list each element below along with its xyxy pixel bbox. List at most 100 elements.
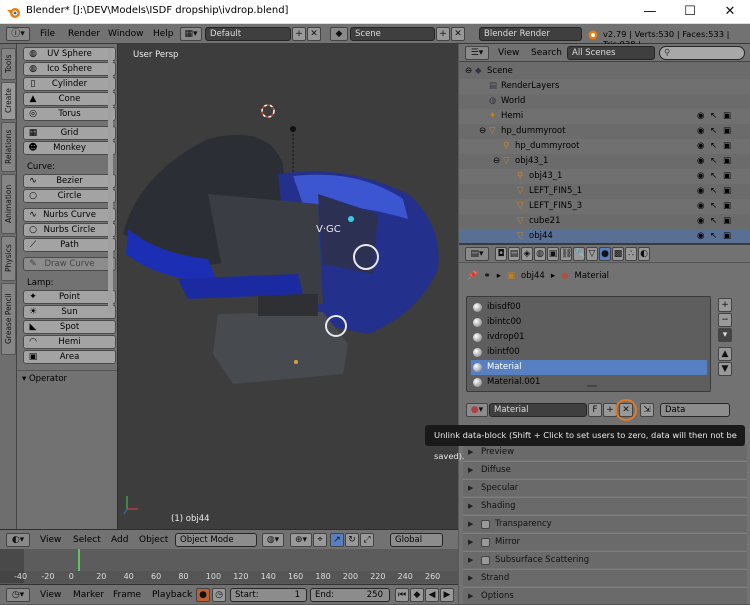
camera-icon[interactable]: ▣	[723, 199, 731, 214]
camera-icon[interactable]: ▣	[723, 139, 731, 154]
camera-icon[interactable]: ▣	[723, 109, 731, 124]
outliner-row[interactable]: ▤ RenderLayers	[459, 79, 750, 94]
spot-lamp-button[interactable]: ◣ Spot	[23, 320, 116, 334]
cursor-icon[interactable]: ↖	[710, 154, 717, 169]
outliner-row[interactable]: ▽ LEFT_FIN5_1 ◉ ↖ ▣	[459, 184, 750, 199]
scene-field[interactable]: Scene	[350, 27, 435, 41]
tab-grease-pencil[interactable]: Grease Pencil	[1, 283, 16, 355]
maximize-button[interactable]: ☐	[670, 0, 710, 24]
minimize-button[interactable]: —	[630, 0, 670, 24]
timeline-menu-view[interactable]: View	[40, 590, 61, 600]
outliner-row[interactable]: ⚲ hp_dummyroot ◉ ↖ ▣	[459, 139, 750, 154]
camera-icon[interactable]: ▣	[723, 184, 731, 199]
circle-button[interactable]: ○ Circle	[23, 189, 116, 203]
eye-icon[interactable]: ◉	[697, 214, 704, 229]
menu-add[interactable]: Add	[111, 535, 128, 545]
properties-editor-type-icon[interactable]: ▤▾	[465, 247, 489, 261]
panel-header-options[interactable]: ▶ Options	[463, 587, 747, 604]
cursor-icon[interactable]: ↖	[710, 124, 717, 139]
eye-icon[interactable]: ◉	[697, 154, 704, 169]
menu-object[interactable]: Object	[139, 535, 168, 545]
eye-icon[interactable]: ◉	[697, 139, 704, 154]
monkey-button[interactable]: ☻ Monkey	[23, 141, 116, 155]
tab-relations[interactable]: Relations	[1, 122, 16, 172]
menu-window[interactable]: Window	[108, 29, 144, 39]
data-tab-icon[interactable]: ▽	[586, 247, 598, 261]
nurbs-curve-button[interactable]: ∿ Nurbs Curve	[23, 208, 116, 222]
panel-enable-checkbox[interactable]	[481, 556, 490, 565]
expand-toggle-icon[interactable]: ⊖	[465, 64, 472, 79]
outliner-row[interactable]: ⚲ obj43_1 ◉ ↖ ▣	[459, 169, 750, 184]
eye-icon[interactable]: ◉	[697, 124, 704, 139]
jump-start-icon[interactable]: ⏮	[395, 588, 409, 602]
outliner-row[interactable]: ▽ LEFT_FIN5_3 ◉ ↖ ▣	[459, 199, 750, 214]
grid-button[interactable]: ▦ Grid	[23, 126, 116, 140]
modifiers-tab-icon[interactable]: 🔧	[573, 247, 585, 261]
tab-tools[interactable]: Tools	[1, 48, 16, 80]
operator-panel-header[interactable]: ▾ Operator	[22, 374, 67, 384]
material-link-icon[interactable]: ⇲	[640, 403, 654, 417]
menu-file[interactable]: File	[40, 29, 55, 39]
shading-mode-icon[interactable]: ◍▾	[262, 533, 284, 547]
outliner-row[interactable]: ✦ Hemi ◉ ↖ ▣	[459, 109, 750, 124]
material-slot-row[interactable]: ibintc00	[471, 315, 707, 330]
cursor-icon[interactable]: ↖	[710, 229, 717, 244]
scene-remove-button[interactable]: ✕	[451, 27, 465, 41]
cursor-icon[interactable]: ↖	[710, 184, 717, 199]
layout-remove-button[interactable]: ✕	[307, 27, 321, 41]
timeline-menu-frame[interactable]: Frame	[113, 590, 141, 600]
panel-enable-checkbox[interactable]	[481, 538, 490, 547]
eye-icon[interactable]: ◉	[697, 229, 704, 244]
timeline-menu-playback[interactable]: Playback	[152, 590, 192, 600]
panel-header-diffuse[interactable]: ▶ Diffuse	[463, 461, 747, 478]
eye-icon[interactable]: ◉	[697, 169, 704, 184]
panel-enable-checkbox[interactable]	[481, 520, 490, 529]
manipulator-toggle-icon[interactable]: ⌖	[313, 533, 327, 547]
object-tab-icon[interactable]: ▣	[547, 247, 559, 261]
unlink-datablock-button[interactable]: ✕	[619, 403, 633, 417]
cursor-icon[interactable]: ↖	[710, 169, 717, 184]
editor-type-icon[interactable]: ⓘ▾	[6, 27, 30, 41]
scene-icon[interactable]: ◆	[330, 27, 348, 41]
outliner-row[interactable]: ▽ obj44 ◉ ↖ ▣	[459, 229, 750, 244]
3d-viewport[interactable]: User Persp V·GC (1) obj44	[117, 44, 458, 529]
cursor-icon[interactable]: ↖	[710, 199, 717, 214]
transform-orientation-select[interactable]: Global	[390, 533, 443, 547]
outliner-search-input[interactable]: ⚲	[659, 46, 745, 60]
translate-icon[interactable]: ↗	[330, 533, 344, 547]
material-name-field[interactable]: Material	[489, 403, 587, 417]
material-browse-button[interactable]: ●▾	[466, 403, 488, 417]
camera-icon[interactable]: ▣	[723, 214, 731, 229]
pivot-point-icon[interactable]: ⊕▾	[290, 533, 312, 547]
cone-button[interactable]: ▲ Cone	[23, 92, 116, 106]
scene-add-button[interactable]: +	[436, 27, 450, 41]
material-slot-row[interactable]: Material.001	[471, 375, 707, 390]
ico-sphere-button[interactable]: ◍ Ico Sphere	[23, 62, 116, 76]
layout-field[interactable]: Default	[205, 27, 291, 41]
material-slot-row[interactable]: ibintf00	[471, 345, 707, 360]
rotate-icon[interactable]: ↻	[345, 533, 359, 547]
scene-tab-icon[interactable]: ◈	[521, 247, 533, 261]
camera-icon[interactable]: ▣	[723, 154, 731, 169]
render-tab-icon[interactable]: ◘	[495, 247, 507, 261]
panel-header-mirror[interactable]: ▶ Mirror	[463, 533, 747, 550]
move-slot-up-button[interactable]: ▲	[718, 347, 732, 361]
material-link-select[interactable]: Data	[660, 403, 730, 417]
material-slot-row[interactable]: ibisdf00	[471, 300, 707, 315]
play-icon[interactable]: ▶	[440, 588, 454, 602]
prev-keyframe-icon[interactable]: ◆	[410, 588, 424, 602]
panel-header-strand[interactable]: ▶ Strand	[463, 569, 747, 586]
close-button[interactable]: ✕	[710, 0, 750, 24]
outliner-menu-search[interactable]: Search	[531, 48, 562, 58]
material-slot-list[interactable]: ibisdf00 ibintc00 ivdrop01 ibintf00 Material…	[466, 296, 711, 392]
start-frame-field[interactable]: Start: 1	[230, 588, 307, 602]
panel-header-shading[interactable]: ▶ Shading	[463, 497, 747, 514]
panel-header-subsurface-scattering[interactable]: ▶ Subsurface Scattering	[463, 551, 747, 568]
timeline-editor-type-icon[interactable]: ◷▾	[6, 588, 30, 602]
move-slot-down-button[interactable]: ▼	[718, 362, 732, 376]
panel-header-transparency[interactable]: ▶ Transparency	[463, 515, 747, 532]
outliner-editor-type-icon[interactable]: ☰▾	[465, 46, 489, 60]
menu-select[interactable]: Select	[73, 535, 101, 545]
area-lamp-button[interactable]: ▣ Area	[23, 350, 116, 364]
outliner-row[interactable]: ⊖ ▽ obj43_1 ◉ ↖ ▣	[459, 154, 750, 169]
